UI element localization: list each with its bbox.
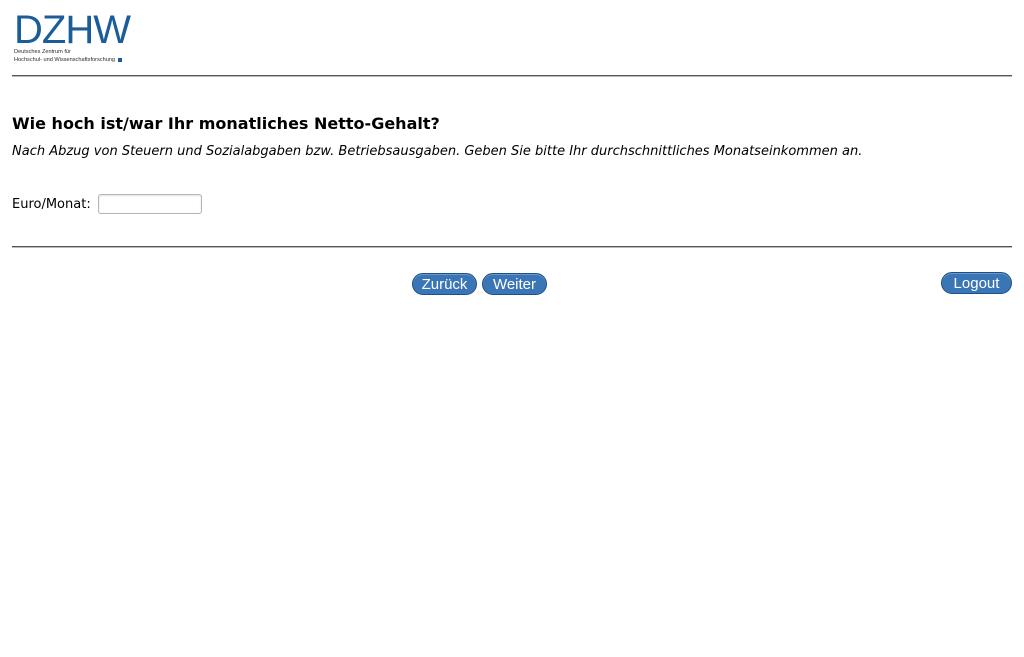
page-header: DZHW Deutsches Zentrum für Hochschul- un… — [12, 0, 1012, 77]
logo-square-icon — [118, 57, 123, 62]
logo-subtitle-line2-text: Hochschul- und Wissenschaftsforschung — [14, 57, 116, 63]
question-title: Wie hoch ist/war Ihr monatliches Netto-G… — [12, 114, 440, 133]
dzhw-logo: DZHW Deutsches Zentrum für Hochschul- un… — [14, 10, 146, 66]
income-label: Euro/Monat: — [12, 196, 91, 212]
header-divider — [12, 75, 1012, 77]
next-button[interactable]: Weiter — [482, 273, 547, 295]
logo-subtitle-line2: Hochschul- und Wissenschaftsforschung — [14, 57, 146, 64]
question-hint: Nach Abzug von Steuern und Sozialabgaben… — [12, 144, 863, 159]
logout-button[interactable]: Logout — [941, 272, 1012, 294]
footer-divider — [12, 246, 1012, 248]
income-field-row: Euro/Monat: — [12, 192, 202, 216]
back-button[interactable]: Zurück — [412, 273, 477, 295]
logo-wordmark: DZHW — [14, 8, 131, 52]
income-input[interactable] — [97, 194, 202, 214]
